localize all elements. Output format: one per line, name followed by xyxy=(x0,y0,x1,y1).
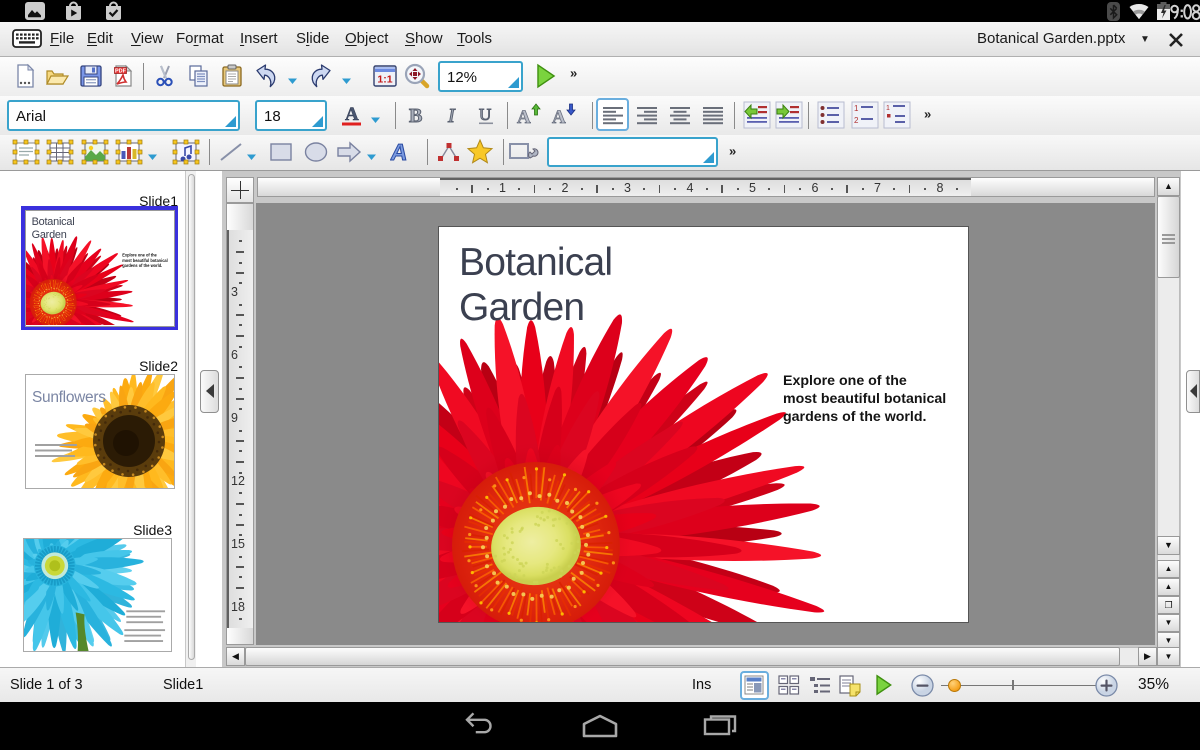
svg-text:»: » xyxy=(924,107,931,122)
svg-text:A: A xyxy=(390,139,410,165)
svg-text:»: » xyxy=(729,144,736,159)
svg-text:most beautiful botanical: most beautiful botanical xyxy=(783,391,946,407)
svg-text:B: B xyxy=(409,105,422,127)
svg-text:Sunflowers: Sunflowers xyxy=(32,389,106,406)
svg-text:1: 1 xyxy=(854,104,859,113)
svg-text:Botanical: Botanical xyxy=(459,241,612,284)
svg-text:Explore one of the: Explore one of the xyxy=(783,373,907,389)
svg-text:U: U xyxy=(479,105,491,124)
svg-text:A: A xyxy=(345,104,359,125)
svg-text:A: A xyxy=(552,107,566,128)
svg-text:gardens of the world.: gardens of the world. xyxy=(783,409,926,425)
svg-text:most beautiful botanical: most beautiful botanical xyxy=(122,257,167,262)
svg-text:I: I xyxy=(447,105,456,127)
svg-text:gardens of the world.: gardens of the world. xyxy=(122,262,162,267)
svg-text:2: 2 xyxy=(854,116,859,125)
svg-text:Garden: Garden xyxy=(31,228,66,240)
svg-text:Garden: Garden xyxy=(459,286,584,329)
svg-text:»: » xyxy=(570,66,577,81)
svg-text:1:1: 1:1 xyxy=(377,74,392,86)
svg-text:1: 1 xyxy=(886,105,890,112)
svg-text:Explore one of the: Explore one of the xyxy=(122,252,157,257)
svg-text:Botanical: Botanical xyxy=(31,215,74,227)
svg-text:PDF: PDF xyxy=(115,69,127,75)
svg-text:A: A xyxy=(517,107,531,128)
